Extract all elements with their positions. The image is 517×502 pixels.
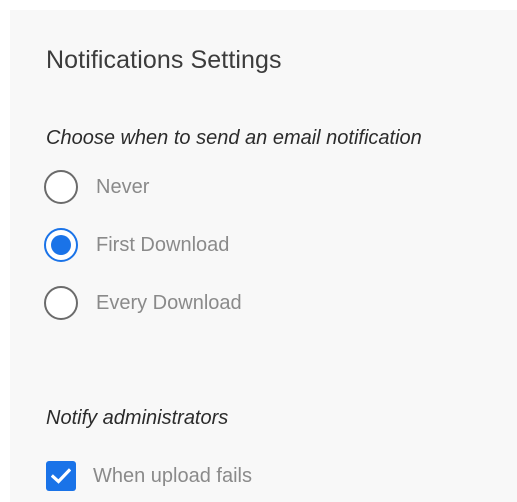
- radio-unchecked-icon[interactable]: [44, 170, 78, 204]
- radio-label-first-download: First Download: [96, 233, 230, 256]
- radio-option-never[interactable]: Never: [44, 168, 149, 206]
- notify-administrators-heading: Notify administrators: [46, 407, 229, 429]
- radio-label-never: Never: [96, 175, 150, 198]
- checkmark-icon: [51, 468, 71, 484]
- radio-label-every-download: Every Download: [96, 291, 242, 314]
- radio-option-first-download[interactable]: First Download: [44, 226, 229, 264]
- upload-fails-checkbox-row[interactable]: When upload fails: [46, 459, 252, 493]
- radio-checked-icon[interactable]: [44, 228, 78, 262]
- radio-option-every-download[interactable]: Every Download: [44, 284, 242, 322]
- notifications-settings-panel: Notifications Settings Choose when to se…: [10, 10, 517, 502]
- email-notification-heading: Choose when to send an email notificatio…: [46, 127, 422, 149]
- radio-selected-dot: [51, 235, 71, 255]
- page-title: Notifications Settings: [46, 46, 282, 74]
- radio-unchecked-icon[interactable]: [44, 286, 78, 320]
- checkbox-checked-icon[interactable]: [46, 461, 76, 491]
- checkbox-label-upload-fails: When upload fails: [93, 464, 252, 487]
